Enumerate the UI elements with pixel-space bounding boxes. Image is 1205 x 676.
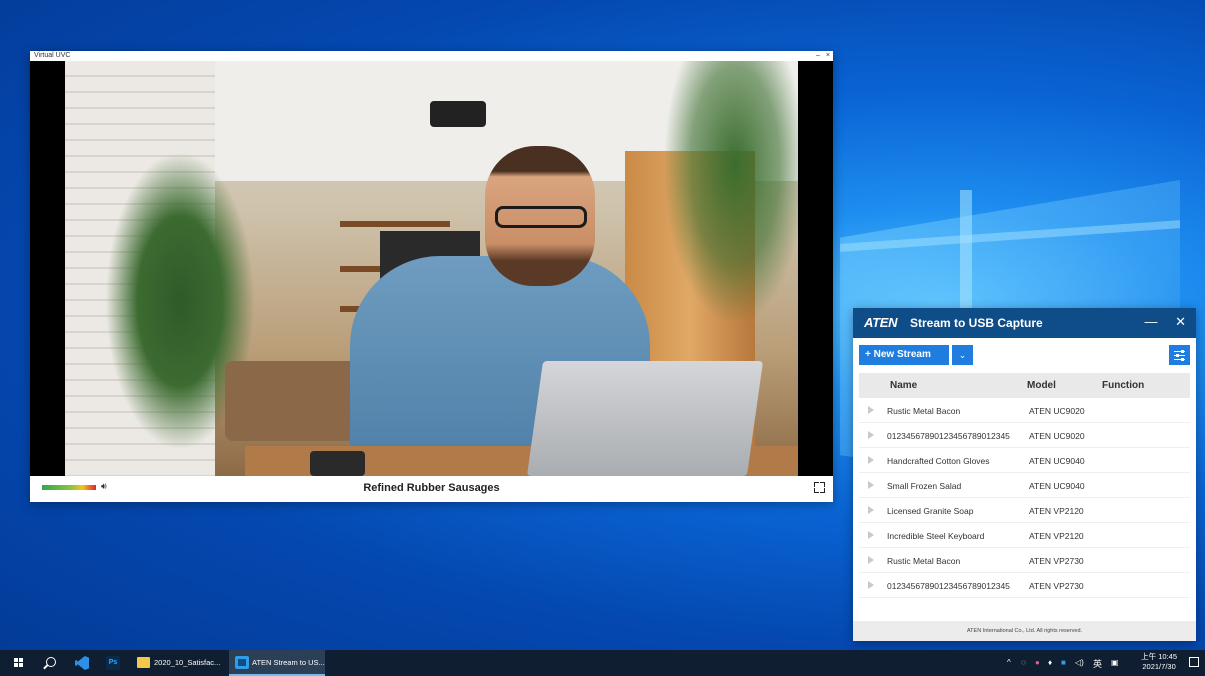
- stream-row[interactable]: Licensed Granite Soap ATEN VP2120: [859, 498, 1190, 523]
- stream-row-model: ATEN UC9020: [1029, 431, 1085, 441]
- volume-icon[interactable]: ◁): [1075, 658, 1084, 667]
- new-stream-button[interactable]: + New Stream: [859, 345, 949, 365]
- stream-row-name: Handcrafted Cotton Gloves: [887, 456, 990, 466]
- aten-titlebar[interactable]: ATEN Stream to USB Capture — ✕: [853, 308, 1196, 338]
- stream-list: Rustic Metal Bacon ATEN UC9020 0123456789…: [859, 398, 1190, 598]
- stream-row-name: 01234567890123456789012345: [887, 581, 1010, 591]
- stream-row-name: 01234567890123456789012345: [887, 431, 1010, 441]
- clock[interactable]: 上午 10:45 2021/7/30: [1141, 652, 1177, 672]
- stream-row-name: Licensed Granite Soap: [887, 506, 974, 516]
- play-icon[interactable]: [868, 556, 874, 564]
- tray-pin-icon[interactable]: ♦: [1048, 658, 1052, 667]
- play-icon[interactable]: [868, 406, 874, 414]
- stream-row-name: Rustic Metal Bacon: [887, 556, 961, 566]
- taskbar-folder-task[interactable]: 2020_10_Satisfac...: [131, 650, 227, 676]
- aten-app-icon: [235, 656, 249, 669]
- virtual-uvc-window: Virtual UVC – × 🔊︎ Refined Rubber Sausag…: [30, 51, 833, 502]
- stream-row-model: ATEN UC9020: [1029, 406, 1085, 416]
- stream-row[interactable]: Handcrafted Cotton Gloves ATEN UC9040: [859, 448, 1190, 473]
- uvc-minimize-button[interactable]: –: [816, 52, 820, 59]
- tray-app-icon[interactable]: ●: [1035, 658, 1040, 667]
- stream-row-model: ATEN VP2120: [1029, 531, 1084, 541]
- stream-row-name: Rustic Metal Bacon: [887, 406, 961, 416]
- search-icon[interactable]: [46, 657, 56, 667]
- uvc-titlebar[interactable]: Virtual UVC – ×: [30, 51, 833, 61]
- ime-indicator[interactable]: 英: [1093, 657, 1102, 670]
- stream-row-name: Incredible Steel Keyboard: [887, 531, 985, 541]
- stream-row[interactable]: Small Frozen Salad ATEN UC9040: [859, 473, 1190, 498]
- column-header-model[interactable]: Model: [1027, 380, 1056, 391]
- play-icon[interactable]: [868, 506, 874, 514]
- stream-row[interactable]: 01234567890123456789012345 ATEN VP2730: [859, 573, 1190, 598]
- stream-row-model: ATEN VP2730: [1029, 581, 1084, 591]
- tray-aten-icon[interactable]: ■: [1061, 658, 1066, 667]
- uvc-window-title: Virtual UVC: [34, 52, 71, 59]
- stream-list-header: Name Model Function: [859, 373, 1190, 398]
- photoshop-icon[interactable]: Ps: [106, 656, 120, 670]
- sliders-icon[interactable]: [1169, 345, 1190, 365]
- chevron-down-icon[interactable]: ⌄: [952, 345, 973, 365]
- stream-row[interactable]: 01234567890123456789012345 ATEN UC9020: [859, 423, 1190, 448]
- uvc-status-bar: 🔊︎ Refined Rubber Sausages: [30, 476, 833, 502]
- fullscreen-icon[interactable]: [814, 482, 825, 493]
- stream-row-model: ATEN UC9040: [1029, 456, 1085, 466]
- vscode-icon[interactable]: [75, 656, 89, 670]
- tray-keyboard-icon[interactable]: ▣: [1111, 658, 1119, 667]
- windows-start-icon[interactable]: [14, 658, 24, 668]
- taskbar: Ps 2020_10_Satisfac... ATEN Stream to US…: [0, 650, 1205, 676]
- play-icon[interactable]: [868, 481, 874, 489]
- stream-row-model: ATEN VP2730: [1029, 556, 1084, 566]
- taskbar-aten-task[interactable]: ATEN Stream to US...: [229, 650, 325, 676]
- aten-capture-window: ATEN Stream to USB Capture — ✕ + New Str…: [853, 308, 1196, 641]
- stream-name-label: Refined Rubber Sausages: [363, 482, 500, 494]
- column-header-function[interactable]: Function: [1102, 380, 1144, 391]
- video-preview: [30, 61, 833, 476]
- aten-footer: ATEN International Co., Ltd. All rights …: [853, 621, 1196, 641]
- folder-icon: [137, 657, 150, 668]
- stream-row[interactable]: Incredible Steel Keyboard ATEN VP2120: [859, 523, 1190, 548]
- aten-task-label: ATEN Stream to US...: [252, 658, 325, 667]
- play-icon[interactable]: [868, 456, 874, 464]
- uvc-window-controls: – ×: [812, 51, 830, 61]
- clock-date: 2021/7/30: [1142, 662, 1176, 671]
- aten-logo: ATEN: [864, 315, 898, 330]
- tray-overflow-chevron-icon[interactable]: ^: [1007, 658, 1011, 667]
- tray-network-icon[interactable]: ◌: [1021, 658, 1026, 667]
- aten-toolbar: + New Stream ⌄: [853, 338, 1196, 372]
- aten-window-title: Stream to USB Capture: [910, 316, 1043, 330]
- stream-row-name: Small Frozen Salad: [887, 481, 962, 491]
- system-tray: ^ ◌ ● ♦ ■ ◁) 英 ▣ 上午 10:45 2021/7/30: [985, 650, 1205, 676]
- stream-row-model: ATEN VP2120: [1029, 506, 1084, 516]
- notification-icon[interactable]: [1189, 657, 1199, 667]
- aten-minimize-button[interactable]: —: [1144, 314, 1157, 329]
- play-icon[interactable]: [868, 581, 874, 589]
- play-icon[interactable]: [868, 531, 874, 539]
- aten-window-controls: — ✕: [1130, 314, 1186, 330]
- clock-time: 上午 10:45: [1141, 652, 1177, 661]
- column-header-name[interactable]: Name: [890, 380, 917, 391]
- stream-row[interactable]: Rustic Metal Bacon ATEN VP2730: [859, 548, 1190, 573]
- play-icon[interactable]: [868, 431, 874, 439]
- stream-row-model: ATEN UC9040: [1029, 481, 1085, 491]
- video-frame-image: [65, 61, 798, 476]
- aten-close-button[interactable]: ✕: [1175, 314, 1186, 329]
- stream-row[interactable]: Rustic Metal Bacon ATEN UC9020: [859, 398, 1190, 423]
- uvc-close-button[interactable]: ×: [826, 52, 830, 59]
- folder-task-label: 2020_10_Satisfac...: [154, 658, 221, 667]
